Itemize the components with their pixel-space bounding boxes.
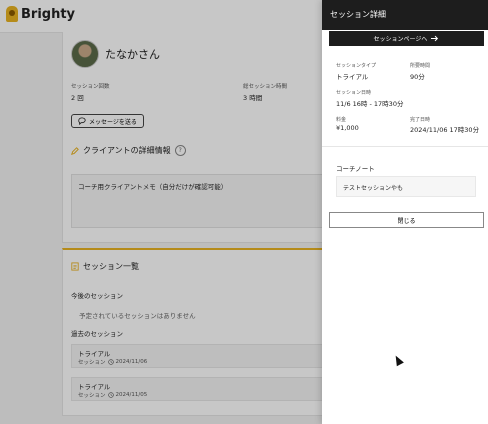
session-datetime-value: 11/6 16時 - 17時30分 [336, 100, 404, 108]
modal-backdrop[interactable] [0, 0, 322, 424]
session-detail-panel: セッション詳細 セッションページへ セッションタイプ トライアル 所要時間 90… [322, 0, 488, 424]
coach-note-field[interactable]: テストセッションやも [336, 176, 476, 197]
arrow-right-icon [431, 35, 439, 42]
panel-header: セッション詳細 [322, 0, 488, 30]
session-page-button[interactable]: セッションページへ [329, 31, 484, 46]
session-type-label: セッションタイプ [336, 63, 377, 69]
close-button[interactable]: 閉じる [329, 212, 484, 228]
completed-label: 完了日時 [410, 117, 431, 123]
fee-value: ¥1,000 [336, 124, 359, 132]
session-datetime-label: セッション日時 [336, 90, 372, 96]
coach-note-label: コーチノート [336, 165, 375, 173]
panel-title: セッション詳細 [330, 10, 386, 19]
completed-value: 2024/11/06 17時30分 [410, 126, 480, 134]
fee-label: 料金 [336, 117, 347, 123]
session-type-value: トライアル [336, 73, 369, 81]
duration-value: 90分 [410, 73, 425, 81]
session-page-button-label: セッションページへ [373, 36, 428, 43]
duration-label: 所要時間 [410, 63, 431, 69]
panel-divider [322, 146, 488, 147]
